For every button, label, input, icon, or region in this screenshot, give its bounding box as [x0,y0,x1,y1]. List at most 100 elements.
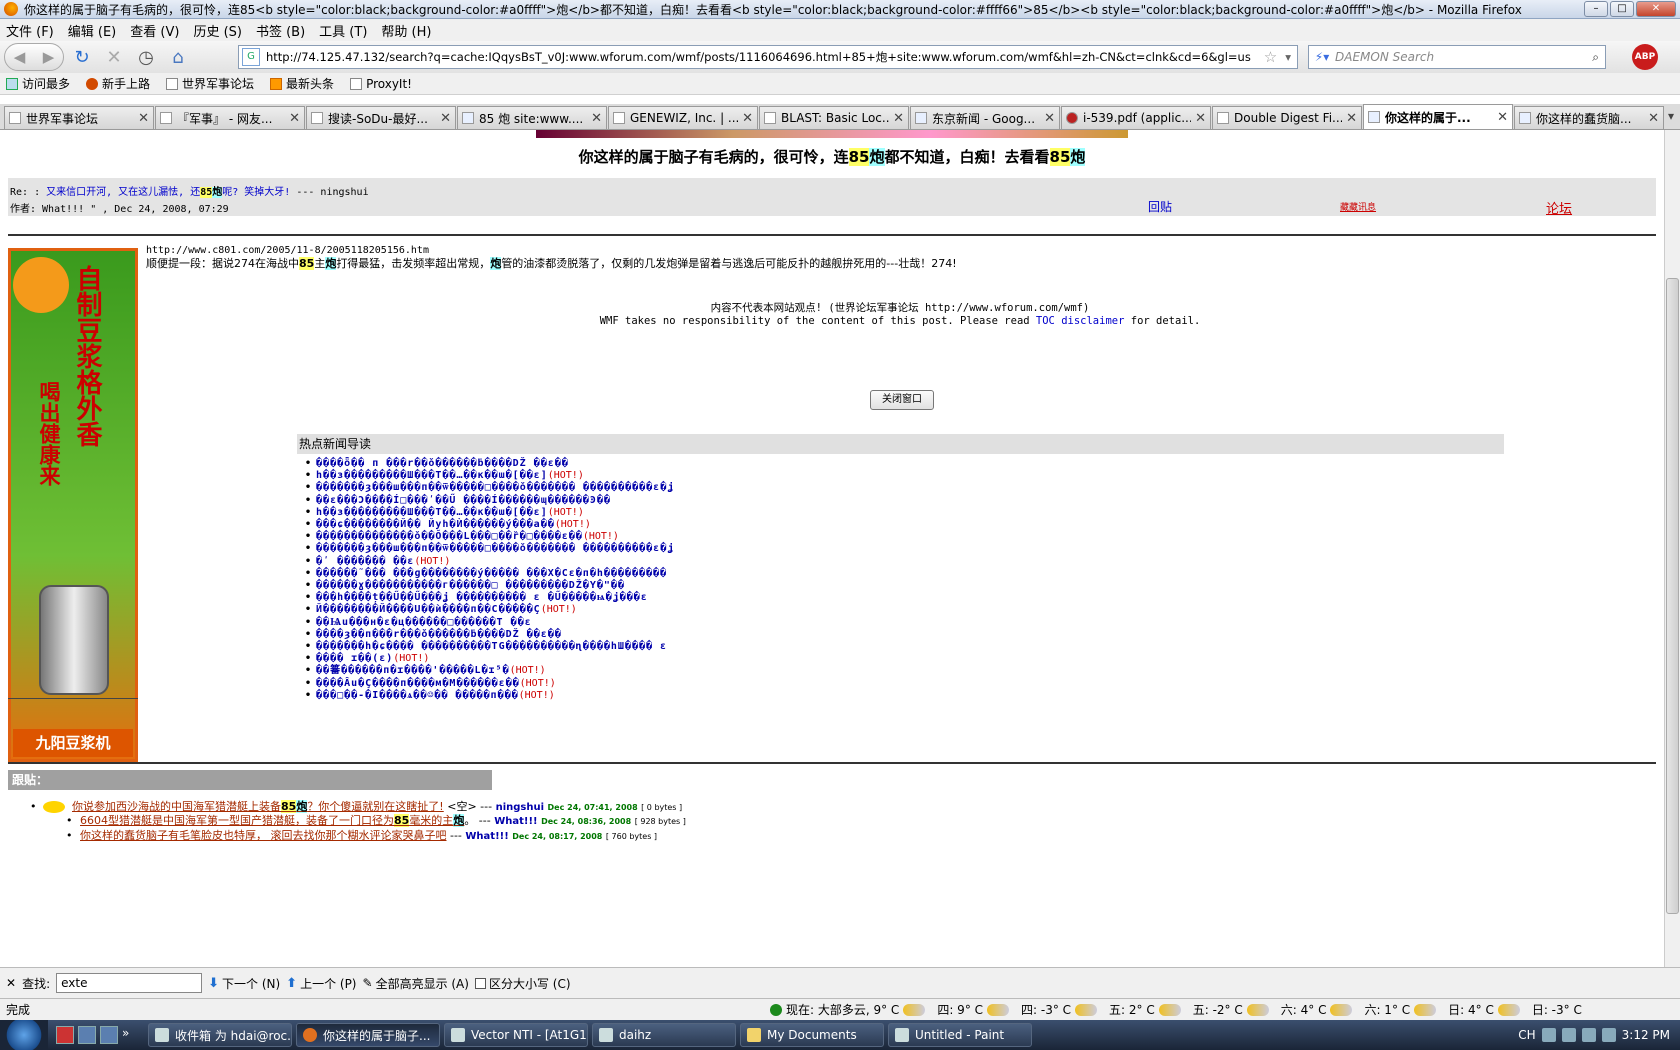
menu-file[interactable]: 文件 (F) [6,21,54,40]
taskbar-item[interactable]: 收件箱 为 hdai@roc... [148,1023,292,1047]
start-button[interactable] [0,1020,48,1050]
menu-history[interactable]: 历史 (S) [193,21,242,40]
hot-news-item[interactable]: ��������������ǒ��Ǒ���L���□��ȑ�□����ɛ��(H… [305,531,1504,543]
parent-post-link[interactable]: 又来信口开河, 又在这儿漏怯, 还85炮呢? 笑掉大牙! [46,187,290,198]
menu-help[interactable]: 帮助 (H) [381,21,431,40]
hot-news-item[interactable]: h��з���������Ш���T��…��к��ɯ�[��ɛ](HOT!) [305,507,1504,519]
tab[interactable]: Double Digest Fi... ✕ [1212,106,1362,129]
match-case-checkbox[interactable]: 区分大小写 (C) [474,975,571,992]
tab[interactable]: BLAST: Basic Loc... ✕ [759,106,909,129]
adblock-plus-icon[interactable]: ABP [1632,44,1658,70]
tray-icon[interactable] [1541,1028,1556,1042]
weather-forecast[interactable]: 五: 2° C [1109,1001,1181,1018]
hot-news-item[interactable]: �ʹ ������� ��ɛ(HOT!) [305,556,1504,568]
weather-forecast[interactable]: 五: -2° C [1193,1001,1269,1018]
address-bar[interactable]: G http://74.125.47.132/search?q=cache:IQ… [238,45,1298,69]
network-icon[interactable] [1581,1028,1596,1042]
search-icon[interactable]: ⌕ [1592,50,1599,65]
bookmark-getting-started[interactable]: 新手上路 [86,75,150,92]
taskbar-item[interactable]: daihz [592,1023,736,1047]
explorer-icon[interactable] [100,1026,118,1044]
hide-message-link[interactable]: 藏藏讯息 [1340,200,1376,213]
tab-active[interactable]: 你这样的属于... ✕ [1363,104,1513,129]
help-icon[interactable] [1561,1028,1576,1042]
hot-news-item[interactable]: ���h����ț��Ű��Ű���ʝ ���������� ɛ �Ű�����… [305,592,1504,604]
tab[interactable]: 你这样的蠢货脑... ✕ [1514,106,1664,129]
url-dropdown-icon[interactable]: ▾ [1285,50,1291,64]
find-next-button[interactable]: ⬇ 下一个 (N) [208,975,280,992]
hot-news-item[interactable]: �������ȝ���ш���п��ѿ�����□����ǒ������� ��… [305,482,1504,494]
close-tab-icon[interactable]: ✕ [440,111,451,126]
bookmark-proxyit[interactable]: ProxyIt! [350,77,412,91]
close-tab-icon[interactable]: ✕ [289,111,300,126]
close-tab-icon[interactable]: ✕ [1648,111,1659,126]
search-placeholder[interactable]: DAEMON Search [1335,50,1434,64]
hot-news-item[interactable]: ������˜��� ���ɡ��������ý����� ���Х�Cɛ�п�… [305,568,1504,580]
taskbar-item[interactable]: Vector NTI - [At1G1... [444,1023,588,1047]
close-tab-icon[interactable]: ✕ [1195,111,1206,126]
site-identity-icon[interactable]: G [242,48,260,66]
menu-tools[interactable]: 工具 (T) [319,21,367,40]
hot-news-item[interactable]: ��Ѩu���н�ɛ�ц������□������T ��ɛ [305,617,1504,629]
url-text[interactable]: http://74.125.47.132/search?q=cache:IQqy… [266,49,1251,65]
bookmark-world-military-forum[interactable]: 世界军事论坛 [166,75,254,92]
forum-link[interactable]: 论坛 [1546,198,1572,217]
clock[interactable]: 3:12 PM [1622,1028,1670,1042]
taskbar-item-active[interactable]: 你这样的属于脑子... [296,1023,440,1047]
weather-forecast[interactable]: 日: -3° C [1532,1001,1582,1018]
hot-news-item[interactable]: ����ȝ��п���r���ǒ������ḃ����DŽ ��ɛ�� [305,629,1504,641]
hot-news-item[interactable]: Й��������Й����U��ѝ����п��C�����Ç(HOT!) [305,604,1504,616]
menu-bookmarks[interactable]: 书签 (B) [256,21,305,40]
weather-current[interactable]: 现在: 大部多云, 9° C [770,1001,926,1018]
hot-news-item[interactable]: �������ȝ���ш���п��ѿ�����□����ǒ������� ��… [305,543,1504,555]
hot-news-item[interactable]: �������h�ɕ���� ����������TG����������ɳ��… [305,641,1504,653]
bookmark-most-visited[interactable]: 访问最多 [6,75,70,92]
forward-icon[interactable]: ▶ [43,48,55,66]
close-window-button[interactable]: 关闭窗口 [870,390,934,410]
tab[interactable]: 85 炮 site:www.... ✕ [457,106,607,129]
hot-news-item[interactable]: ��䉒������п�ɪ����'�����L�ɪ⁵�(HOT!) [305,665,1504,677]
volume-icon[interactable] [1601,1028,1616,1042]
hot-news-item[interactable]: ���� ɪ��(ɛ)(HOT!) [305,653,1504,665]
hot-news-item[interactable]: h��з���������Ш���T��…��к��ɯ�[��ɛ](HOT!) [305,470,1504,482]
search-box[interactable]: ⚡▾ DAEMON Search ⌕ [1308,45,1606,69]
close-tab-icon[interactable]: ✕ [1497,110,1508,125]
hot-news-item[interactable]: ���□��-�I����ѧ��☺�� �����п���(HOT!) [305,690,1504,702]
weather-forecast[interactable]: 日: 4° C [1448,1001,1520,1018]
quick-launch-more-icon[interactable]: » [122,1026,140,1044]
close-find-bar-icon[interactable]: ✕ [6,976,16,990]
back-icon[interactable]: ◀ [14,48,26,66]
close-tab-icon[interactable]: ✕ [742,111,753,126]
highlight-all-button[interactable]: ✎ 全部高亮显示 (A) [363,975,469,992]
hot-news-item[interactable]: ������ɣ�����������г������□ ���������DŽ�Y… [305,580,1504,592]
weather-forecast[interactable]: 四: -3° C [1021,1001,1098,1018]
taskbar-item[interactable]: Untitled - Paint [888,1023,1032,1047]
hot-news-item[interactable]: ����ȫ�� п ���r��ǒ������ḃ����DŽ ��ɛ�� [305,458,1504,470]
tab[interactable]: i-539.pdf (applic... ✕ [1061,106,1211,129]
window-titlebar[interactable]: 你这样的属于脑子有毛病的，很可怜，连85<b style="color:blac… [0,0,1680,19]
close-tab-icon[interactable]: ✕ [138,111,149,126]
taskbar-item[interactable]: My Documents [740,1023,884,1047]
minimize-button[interactable]: – [1584,1,1608,17]
weather-forecast[interactable]: 六: 1° C [1364,1001,1437,1018]
find-previous-button[interactable]: ⬆ 上一个 (P) [286,975,356,992]
close-tab-icon[interactable]: ✕ [1346,111,1357,126]
search-engine-icon[interactable]: ⚡▾ [1309,50,1335,64]
scrollbar-thumb[interactable] [1666,278,1679,914]
find-input[interactable] [56,973,203,993]
tab[interactable]: 『军事』 - 网友... ✕ [155,106,305,129]
tab-list-icon[interactable]: ▾ [1668,109,1674,123]
reload-icon[interactable]: ↻ [68,44,96,70]
show-desktop-icon[interactable] [78,1026,96,1044]
maximize-button[interactable]: □ [1610,1,1634,17]
hot-news-item[interactable]: ����Âu�Ç����п����м�M������ɛ��(HOT!) [305,678,1504,690]
close-window-button[interactable]: ✕ [1636,1,1676,17]
vertical-scrollbar[interactable] [1664,130,1680,967]
weather-forecast[interactable]: 四: 9° C [937,1001,1010,1018]
reply-link[interactable]: 回贴 [1148,198,1172,215]
tab[interactable]: 东京新闻 - Goog... ✕ [910,106,1060,129]
stop-icon[interactable]: ✕ [100,44,128,70]
close-tab-icon[interactable]: ✕ [1044,111,1055,126]
followup-link[interactable]: 6604型猎潜艇是中国海军第一型国产猎潜艇，装备了一门口径为85毫米的主炮 [80,814,465,827]
toc-disclaimer-link[interactable]: TOC disclaimer [1036,315,1125,327]
